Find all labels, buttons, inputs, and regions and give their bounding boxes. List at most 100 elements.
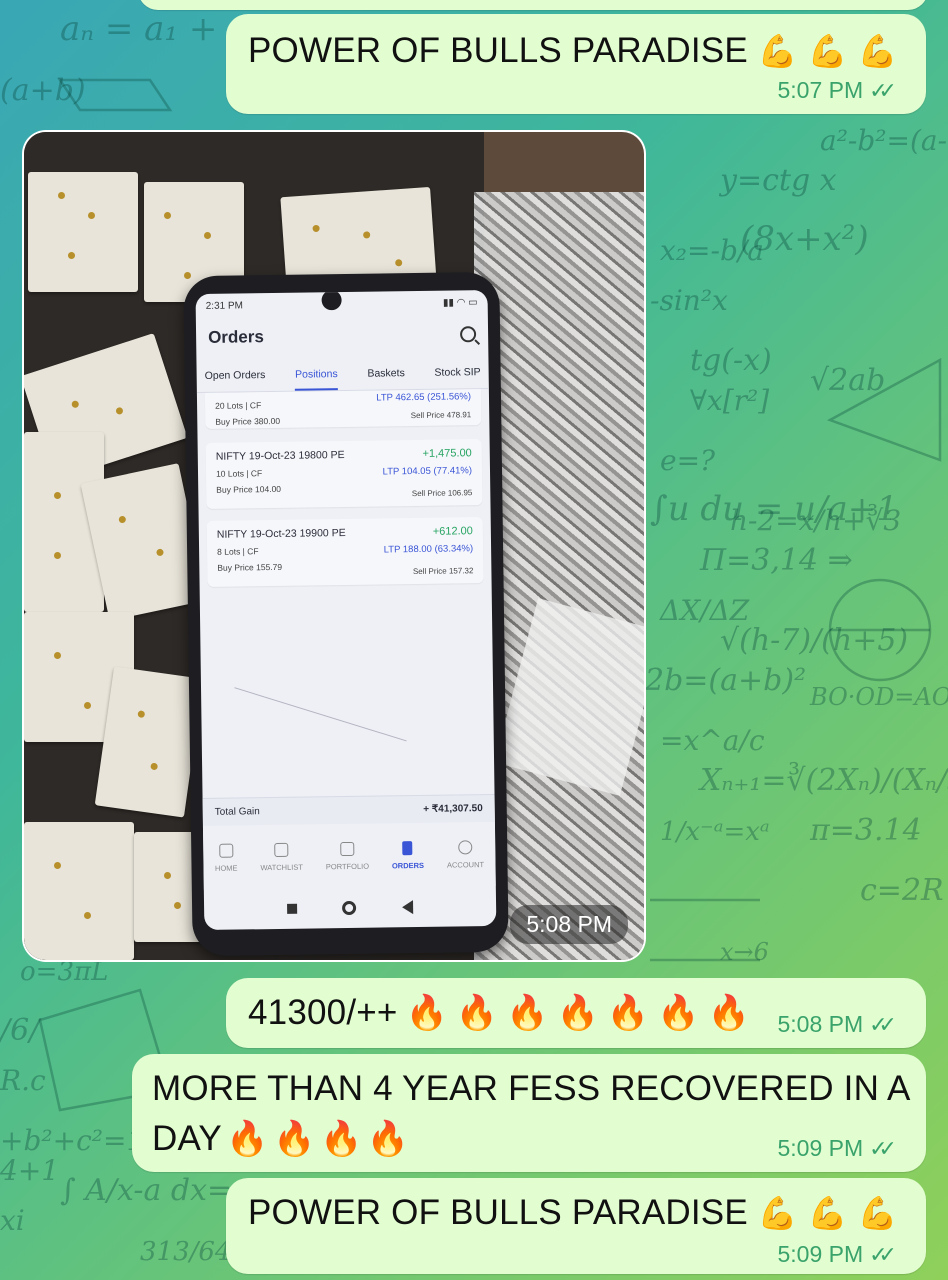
nav-label: ORDERS [391, 860, 425, 870]
fire-emoji: 🔥 [606, 993, 650, 1033]
position-pnl: +1,475.00 [422, 447, 472, 460]
message-time: 5:08 PM [777, 1011, 864, 1037]
photo-image[interactable]: 2:31 PM ▮▮ ◠ ▭ Orders Open Orders Positi… [24, 132, 644, 960]
message-bubble[interactable]: MORE THAN 4 YEAR FESS RECOVERED IN A DAY… [132, 1054, 926, 1172]
nav-watchlist: WATCHLIST [260, 842, 303, 872]
message-bubble[interactable]: POWER OF BULLS PARADISE 💪 💪 💪 5:09 PM ✓✓ [226, 1178, 926, 1274]
nav-label: ACCOUNT [446, 859, 485, 870]
fire-emoji: 🔥 [273, 1119, 316, 1159]
svg-text:π=3.14: π=3.14 [809, 813, 922, 848]
fire-emoji: 🔥 [320, 1119, 363, 1159]
account-icon [458, 839, 473, 854]
fire-emoji: 🔥 [405, 993, 448, 1033]
svg-text:Π=3,14 ⇒: Π=3,14 ⇒ [699, 543, 853, 578]
svg-text:√2ab: √2ab [810, 363, 885, 398]
svg-text:(a+b): (a+b) [0, 73, 86, 108]
fire-emoji: 🔥 [455, 993, 499, 1033]
earring-card [94, 666, 204, 818]
nav-orders: ORDERS [391, 840, 425, 870]
phone-status-icons: ▮▮ ◠ ▭ [442, 296, 478, 309]
svg-text:/6/: /6/ [0, 1013, 42, 1048]
position-ltp: LTP 462.65 (251.56%) [376, 391, 472, 404]
tab-stock-sip: Stock SIP [434, 366, 481, 379]
svg-text:∀x[r²]: ∀x[r²] [690, 384, 769, 417]
message-time: 5:07 PM [777, 77, 864, 103]
double-check-icon: ✓✓ [869, 1011, 897, 1037]
message-text: POWER OF BULLS PARADISE [248, 31, 748, 70]
position-sell-price: Sell Price 478.91 [410, 410, 472, 421]
svg-text:tg(-x): tg(-x) [690, 343, 772, 378]
fire-emoji: 🔥 [556, 993, 599, 1033]
svg-text:h-2=x/h+∛3: h-2=x/h+∛3 [730, 503, 901, 537]
tab-open-orders: Open Orders [204, 369, 266, 382]
message-text: 41300/++ [248, 993, 398, 1032]
svg-text:∫ A/x-a dx=A: ∫ A/x-a dx=A [60, 1173, 254, 1208]
previous-message-edge [138, 0, 928, 10]
svg-text:R.c: R.c [0, 1064, 46, 1097]
tab-baskets: Baskets [367, 367, 405, 380]
position-sell-price: Sell Price 106.95 [411, 488, 473, 499]
svg-text:Xₙ₊₁=∛(2Xₙ)/(Xₙ/3): Xₙ₊₁=∛(2Xₙ)/(Xₙ/3) [698, 761, 948, 798]
message-bubble[interactable]: 41300/++ 🔥 🔥 🔥 🔥 🔥 🔥 🔥 5:08 PM ✓✓ [226, 978, 926, 1048]
flexed-biceps-emoji: 💪 [857, 1194, 898, 1232]
message-text: POWER OF BULLS PARADISE [248, 1193, 748, 1232]
total-gain-bar: Total Gain + ₹41,307.50 [202, 793, 495, 827]
bottom-nav: HOME WATCHLIST PORTFOLIO ORDERS ACCOUNT [202, 821, 496, 891]
message-time: 5:09 PM [777, 1241, 864, 1267]
phone-status-time: 2:31 PM [205, 299, 244, 312]
nav-label: HOME [214, 863, 238, 873]
svg-text:313/64: 313/64 [140, 1237, 231, 1267]
position-card: NIFTY 19-Oct-23 19800 PE +1,475.00 10 Lo… [205, 439, 483, 509]
flexed-biceps-emoji: 💪 [757, 1194, 798, 1232]
message-meta: 5:07 PM ✓✓ [777, 77, 896, 104]
flexed-biceps-emoji: 💪 [757, 32, 798, 70]
orders-title: Orders [207, 327, 265, 347]
fire-emoji: 🔥 [707, 993, 750, 1033]
position-card: 20 Lots | CF LTP 462.65 (251.56%) Buy Pr… [204, 389, 482, 429]
portfolio-icon [340, 841, 355, 856]
search-icon [459, 326, 477, 343]
svg-text:-sin²x: -sin²x [650, 284, 728, 317]
flexed-biceps-emoji: 💪 [857, 32, 898, 70]
orders-icon [402, 840, 413, 855]
watchlist-icon [274, 842, 289, 857]
phone-screen: 2:31 PM ▮▮ ◠ ▭ Orders Open Orders Positi… [195, 289, 497, 931]
message-meta: 5:08 PM ✓✓ [777, 1011, 896, 1038]
position-ltp: LTP 188.00 (63.34%) [383, 543, 474, 556]
double-check-icon: ✓✓ [869, 1135, 897, 1161]
nav-label: PORTFOLIO [325, 861, 370, 871]
recents-icon [286, 903, 298, 914]
orders-header: Orders [196, 314, 488, 352]
position-sell-price: Sell Price 157.32 [412, 566, 474, 577]
svg-text:=x^a/c: =x^a/c [660, 724, 765, 757]
svg-text:aₙ = a₁ + d: aₙ = a₁ + d [60, 9, 250, 49]
svg-text:4+1: 4+1 [0, 1154, 59, 1187]
photo-message[interactable]: 2:31 PM ▮▮ ◠ ▭ Orders Open Orders Positi… [22, 130, 646, 962]
home-button-icon [342, 900, 357, 916]
orders-tabs: Open Orders Positions Baskets Stock SIP [196, 347, 489, 394]
position-ltp: LTP 104.05 (77.41%) [382, 465, 473, 478]
phone-device: 2:31 PM ▮▮ ◠ ▭ Orders Open Orders Positi… [183, 271, 509, 957]
svg-text:y=ctg x: y=ctg x [718, 163, 837, 198]
message-meta: 5:09 PM ✓✓ [777, 1135, 896, 1162]
home-icon [218, 843, 234, 858]
message-time: 5:09 PM [777, 1135, 864, 1161]
fire-emoji: 🔥 [366, 1119, 410, 1159]
fire-emoji: 🔥 [657, 993, 700, 1033]
position-pnl: +612.00 [432, 525, 473, 538]
nav-label: WATCHLIST [260, 862, 303, 872]
message-meta: 5:09 PM ✓✓ [777, 1241, 896, 1268]
double-check-icon: ✓✓ [869, 77, 897, 103]
flexed-biceps-emoji: 💪 [807, 32, 848, 70]
svg-text:√(h-7)/(h+5): √(h-7)/(h+5) [720, 623, 908, 658]
message-bubble[interactable]: POWER OF BULLS PARADISE 💪 💪 💪 5:07 PM ✓✓ [226, 14, 926, 114]
svg-text:xi: xi [0, 1204, 25, 1237]
system-nav [204, 886, 497, 930]
photo-time: 5:08 PM [510, 905, 628, 944]
tab-positions: Positions [295, 368, 338, 391]
svg-text:(8x+x²): (8x+x²) [740, 219, 869, 259]
total-gain-value: + ₹41,307.50 [423, 803, 483, 815]
position-card: NIFTY 19-Oct-23 19900 PE +612.00 8 Lots … [206, 517, 484, 587]
screen-crack [216, 687, 407, 798]
earring-card [28, 172, 138, 292]
